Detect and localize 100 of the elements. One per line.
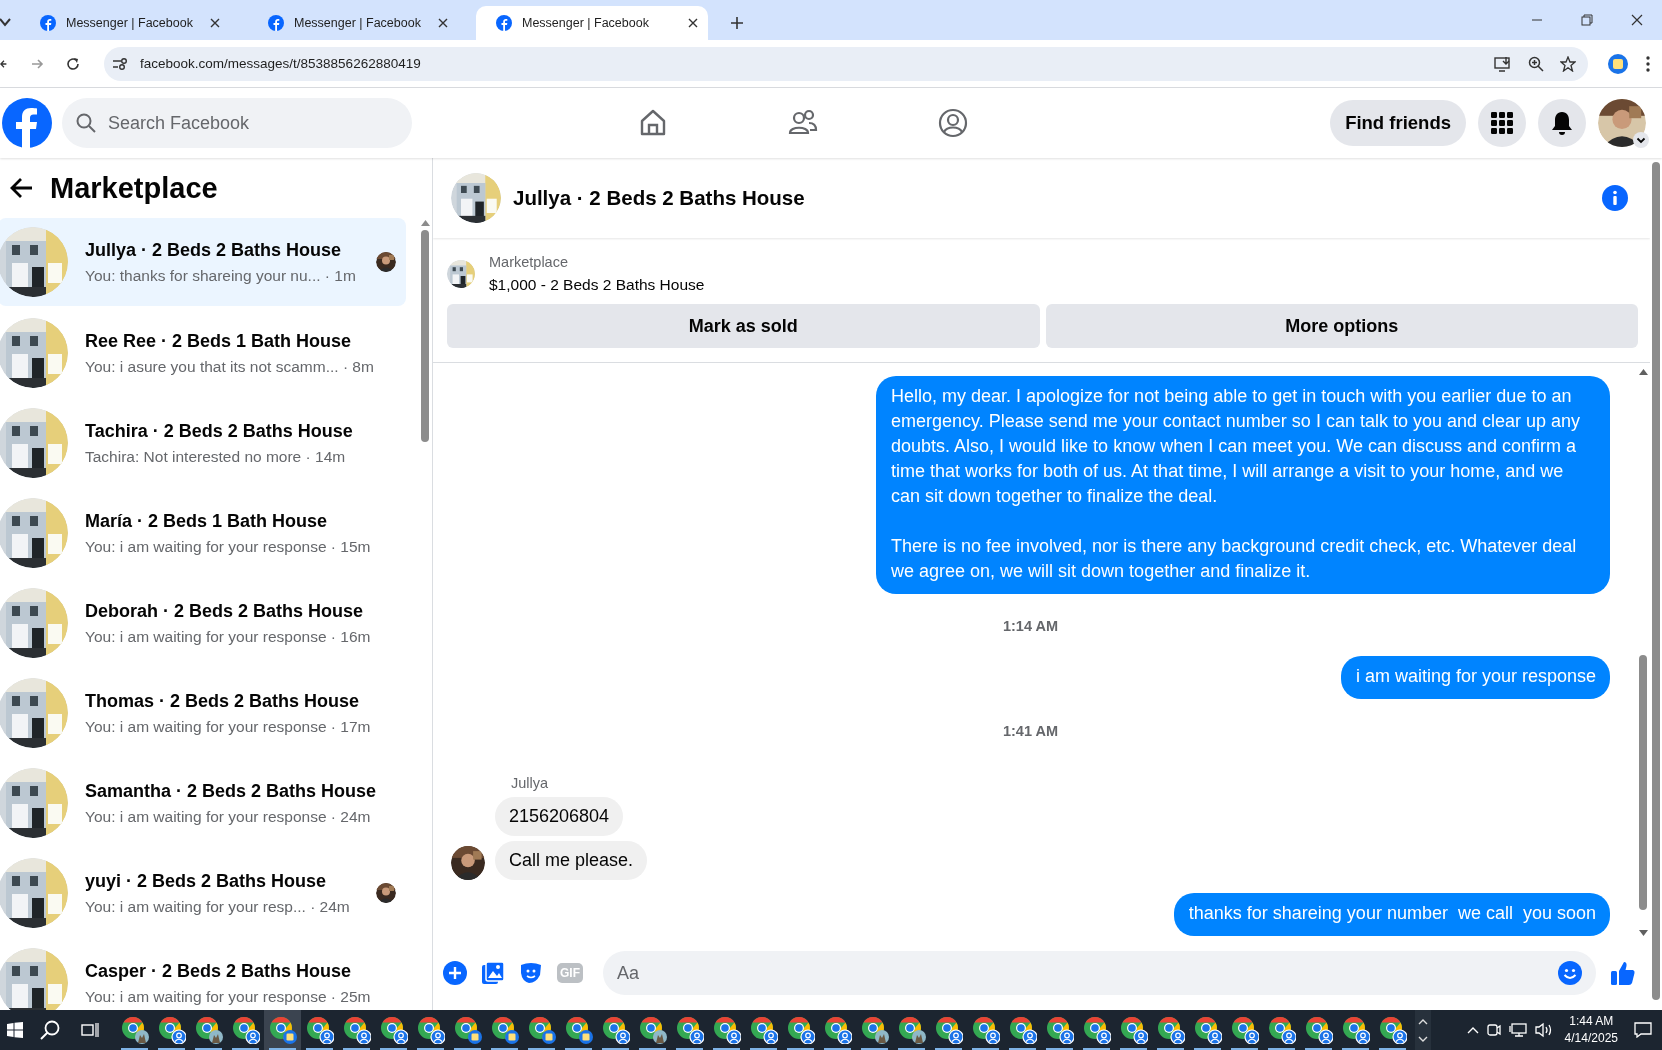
conversation-item[interactable]: Samantha · 2 Beds 2 Baths House You: i am waiting for your response · 24m [0, 758, 406, 848]
browser-icon [860, 1016, 889, 1044]
listing-label: Marketplace [489, 254, 569, 270]
scrollbar-thumb[interactable] [1652, 162, 1660, 1000]
close-icon[interactable] [688, 18, 698, 28]
facebook-icon [268, 15, 284, 31]
listing-title[interactable]: $1,000 - 2 Beds 2 Baths House [489, 276, 705, 294]
restore-icon[interactable] [1581, 14, 1593, 26]
browser-icon [231, 1016, 260, 1044]
browser-tab[interactable]: Messenger | Facebook [476, 6, 708, 40]
task-view-icon[interactable] [81, 1022, 99, 1038]
chat-title: Jullya · 2 Beds 2 Baths House [513, 186, 806, 210]
message-bubble: 2156206804 [495, 797, 624, 836]
browser-icon [1304, 1016, 1333, 1044]
scroll-up-icon[interactable] [1418, 1018, 1428, 1025]
browser-icon [1045, 1016, 1074, 1044]
message-field[interactable]: Aa [603, 951, 1596, 995]
scroll-down-icon[interactable] [1418, 1035, 1428, 1042]
conversation-item[interactable]: yuyi · 2 Beds 2 Baths House You: i am waiting for your resp... · 24m [0, 848, 406, 938]
windows-start-icon[interactable] [7, 1022, 23, 1038]
browser-icon [601, 1016, 630, 1044]
scroll-up-icon[interactable] [1638, 369, 1648, 375]
conversation-name: Tachira · 2 Beds 2 Baths House [85, 420, 354, 442]
message-preview: You: i am waiting for your resp... · 24m [85, 897, 351, 916]
browser-icon [675, 1016, 704, 1044]
menu-icon[interactable] [1646, 55, 1650, 72]
conversation-item[interactable]: Jullya · 2 Beds 2 Baths House You: thanks for shareing your nu... · 1m [0, 218, 406, 306]
scroll-down-icon[interactable] [1638, 930, 1648, 936]
browser-icon [712, 1016, 741, 1044]
notifications-button[interactable] [1538, 99, 1586, 147]
timestamp: 1:14 AM [1002, 618, 1059, 634]
address-bar[interactable]: facebook.com/messages/t/8538856262880419 [104, 46, 1588, 81]
conversation-name: María · 2 Beds 1 Bath House [85, 510, 329, 532]
browser-icon [453, 1016, 482, 1044]
conversation-item[interactable]: Tachira · 2 Beds 2 Baths House Tachira: Not interested no more · 14m [0, 398, 406, 488]
reload-icon[interactable] [66, 56, 80, 71]
message-bubble: i am waiting for your response [1340, 656, 1610, 699]
conversation-name: Deborah · 2 Beds 2 Baths House [85, 600, 365, 622]
message-preview: You: i am waiting for your response · 16m [85, 627, 372, 646]
info-icon[interactable] [1602, 185, 1628, 211]
conversation-name: Thomas · 2 Beds 2 Baths House [85, 690, 361, 712]
forward-icon[interactable] [30, 56, 44, 71]
photo-icon[interactable] [481, 961, 505, 985]
volume-icon[interactable] [1534, 1022, 1553, 1038]
scrollbar-thumb[interactable] [1639, 655, 1647, 910]
bookmark-star-icon[interactable] [1560, 55, 1576, 72]
url-text: facebook.com/messages/t/8538856262880419 [140, 56, 422, 71]
notification-icon[interactable] [1634, 1022, 1652, 1038]
bell-icon [1551, 111, 1573, 135]
menu-button[interactable] [1478, 99, 1526, 147]
chevron-down-icon[interactable] [1633, 132, 1649, 148]
clock-date[interactable]: 4/14/2025 [1564, 1030, 1618, 1047]
browser-taskbar-button[interactable] [264, 1010, 301, 1050]
close-icon[interactable] [1631, 14, 1643, 26]
zoom-icon[interactable] [1528, 55, 1544, 72]
camera-icon[interactable] [1486, 1022, 1501, 1038]
add-icon[interactable] [443, 961, 467, 985]
browser-icon [120, 1016, 149, 1044]
network-icon[interactable] [1508, 1022, 1527, 1038]
browser-icon [527, 1016, 556, 1044]
new-tab-icon[interactable] [730, 16, 744, 30]
scrollbar-thumb[interactable] [421, 230, 429, 442]
back-arrow-icon[interactable] [10, 177, 34, 199]
site-settings-icon[interactable] [112, 56, 128, 71]
search-field[interactable]: Search Facebook [62, 98, 412, 148]
conversation-item[interactable]: Deborah · 2 Beds 2 Baths House You: i am waiting for your response · 16m [0, 578, 406, 668]
facebook-logo[interactable] [2, 98, 52, 148]
browser-tab[interactable]: Messenger | Facebook [20, 6, 230, 40]
browser-icon [749, 1016, 778, 1044]
browser-icon [638, 1016, 667, 1044]
sidebar-title: Marketplace [50, 171, 218, 205]
timestamp: 1:41 AM [1002, 723, 1059, 739]
search-icon[interactable] [40, 1020, 60, 1040]
conversation-item[interactable]: Thomas · 2 Beds 2 Baths House You: i am waiting for your response · 17m [0, 668, 406, 758]
thumbs-up-icon[interactable] [1610, 960, 1636, 986]
install-icon[interactable] [1494, 55, 1512, 72]
browser-icon [934, 1016, 963, 1044]
conversation-name: yuyi · 2 Beds 2 Baths House [85, 870, 328, 892]
browser-icon [342, 1016, 371, 1044]
close-icon[interactable] [438, 18, 448, 28]
message-bubble: Hello, my dear. I apologize for not being able to get in touch with you earlier due to an emergency. Please send me your contact number so I can talk to you and clear up any doubts. Also, I would like to know when I can meet you. We can discuss and confirm a time that works for both of us. At that time, I will arrange a visit to your home, and we can sit down together to finalize the deal. There is no fee involved, nor is there any background credit check, etc. Whatever deal we agree on, we will sit down together and finalize it. [876, 376, 1610, 594]
sticker-icon[interactable] [519, 961, 543, 985]
clock-time[interactable]: 1:44 AM [1564, 1013, 1618, 1030]
browser-icon [1267, 1016, 1296, 1044]
find-friends-button[interactable]: Find friends [1330, 100, 1466, 146]
listing-action-button[interactable]: Mark as sold [447, 304, 1040, 348]
emoji-icon[interactable] [1558, 961, 1582, 985]
conversation-item[interactable]: Ree Ree · 2 Beds 1 Bath House You: i asure you that its not scamm... · 8m [0, 308, 406, 398]
browser-icon [823, 1016, 852, 1044]
message-bubble: thanks for shareing your number we call you soon [1173, 893, 1610, 936]
chevron-up-icon[interactable] [1466, 1026, 1479, 1034]
facebook-icon [40, 15, 56, 31]
conversation-item[interactable]: María · 2 Beds 1 Bath House You: i am waiting for your response · 15m [0, 488, 406, 578]
browser-icon [1156, 1016, 1185, 1044]
home-icon[interactable] [638, 108, 668, 138]
close-icon[interactable] [210, 18, 220, 28]
listing-action-button[interactable]: More options [1045, 304, 1638, 348]
conversation-name: Casper · 2 Beds 2 Baths House [85, 960, 353, 982]
browser-tab[interactable]: Messenger | Facebook [248, 6, 458, 40]
browser-icon [305, 1016, 334, 1044]
